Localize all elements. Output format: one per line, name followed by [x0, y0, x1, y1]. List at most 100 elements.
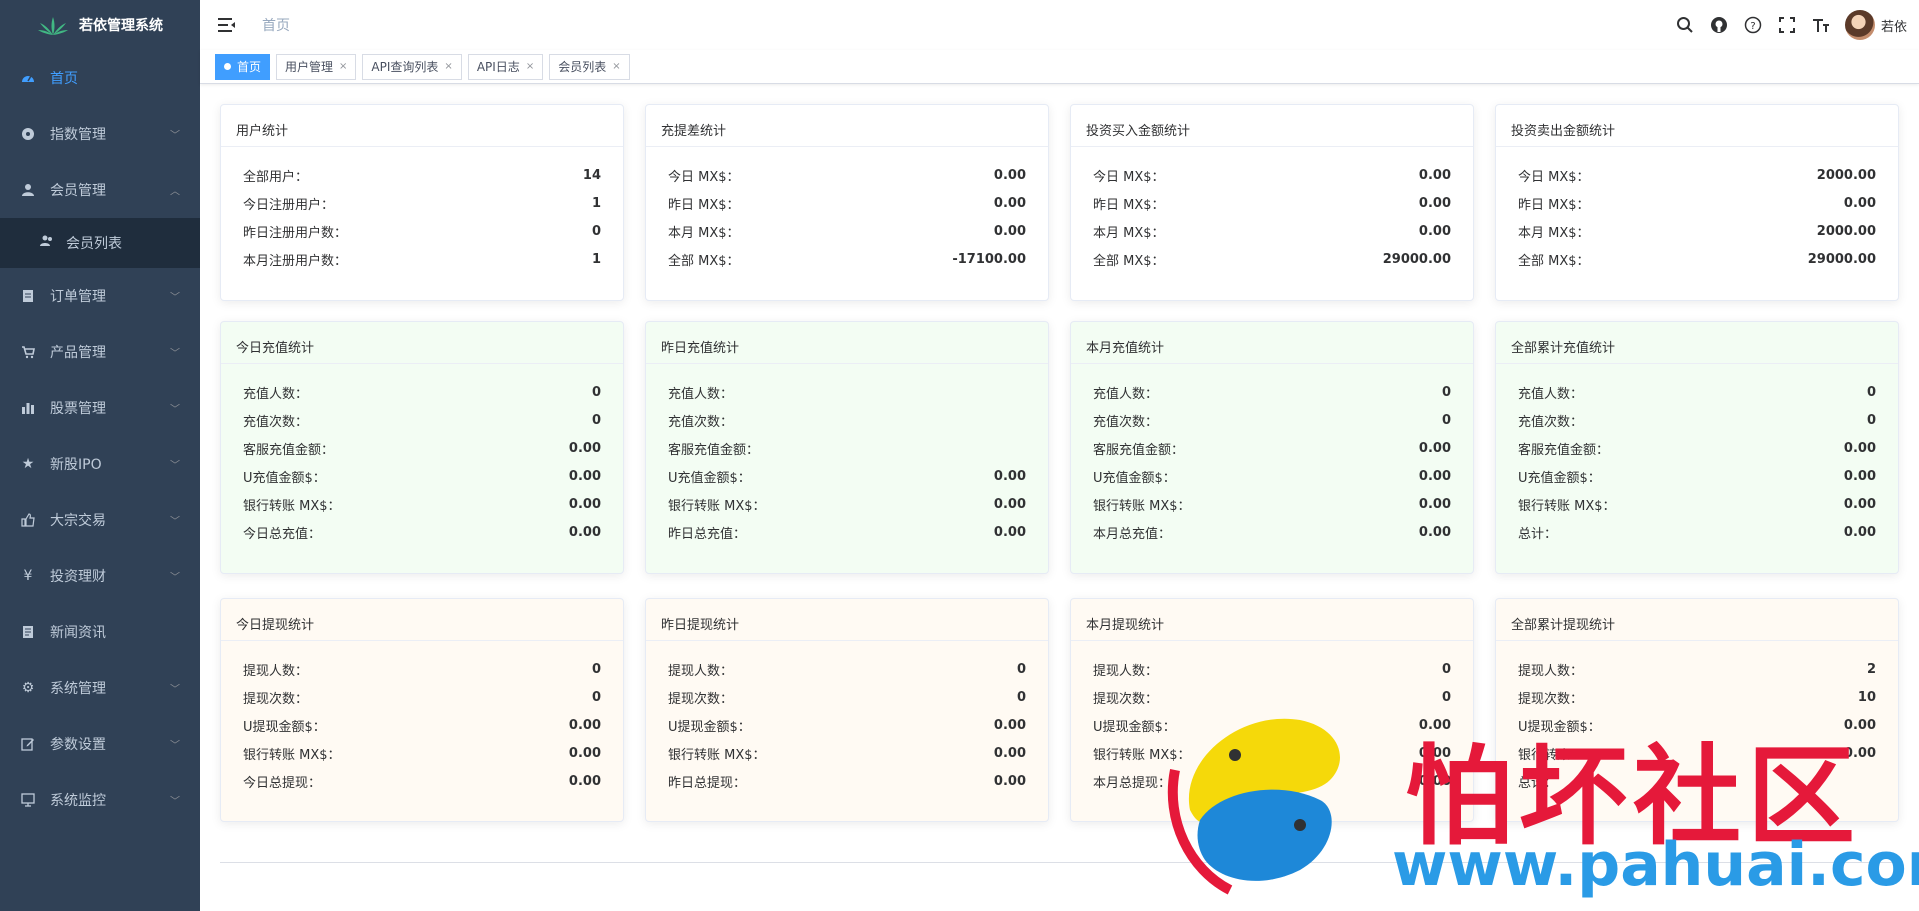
close-icon[interactable]: × [444, 55, 452, 79]
stat-label: 全部用户： [243, 169, 309, 185]
stat-label: 客服充值金额： [1518, 442, 1610, 458]
stat-value: 2000.00 [1816, 167, 1876, 183]
close-icon[interactable]: × [339, 55, 347, 79]
stat-row: 今日 MX$： 2000.00 [1518, 161, 1876, 189]
stat-row: U提现金额$： 0.00 [243, 711, 601, 739]
sidebar-item-orders[interactable]: 订单管理 ﹀ [0, 268, 200, 324]
monitor-icon [20, 792, 36, 808]
stat-row: U提现金额$： 0.00 [668, 711, 1026, 739]
stat-label: U充值金额$： [668, 470, 751, 486]
stat-value: 0.00 [1843, 524, 1876, 540]
card-title: 充提差统计 [646, 105, 1048, 147]
search-icon[interactable] [1675, 15, 1695, 35]
sidebar-item-stocks[interactable]: 股票管理 ﹀ [0, 380, 200, 436]
tag-api-log[interactable]: API日志 × [467, 53, 544, 80]
sidebar-item-label: 股票管理 [50, 401, 106, 417]
stat-label: 提现人数： [1518, 663, 1584, 679]
stat-label: U提现金额$： [1093, 719, 1176, 735]
sidebar-item-label: 指数管理 [50, 127, 106, 143]
stat-value: 0.00 [1843, 195, 1876, 211]
tag-home[interactable]: 首页 [215, 53, 271, 80]
stat-value: 0.00 [1843, 745, 1876, 761]
sidebar-item-home[interactable]: 首页 [0, 50, 200, 106]
stat-value: 0.00 [993, 745, 1026, 761]
card-title: 昨日提现统计 [646, 599, 1048, 641]
stat-row: 充值次数： [668, 406, 1026, 434]
github-icon[interactable] [1709, 15, 1729, 35]
stat-label: 本月总充值： [1093, 526, 1172, 542]
sidebar-item-news[interactable]: 新闻资讯 [0, 604, 200, 660]
sidebar-item-params[interactable]: 参数设置 ﹀ [0, 716, 200, 772]
username[interactable]: 若依 [1881, 16, 1907, 35]
stat-value: 29000.00 [1807, 251, 1876, 267]
tag-label: API查询列表 [371, 59, 439, 74]
close-icon[interactable]: × [612, 55, 620, 79]
stat-label: 本月 MX$： [1518, 225, 1590, 241]
stat-row: 银行转账 MX$： 0.00 [243, 739, 601, 767]
stat-value: 0 [591, 689, 601, 705]
stat-label: U充值金额$： [1518, 470, 1601, 486]
logo[interactable]: 若依管理系统 [0, 0, 200, 50]
card-body: 今日 MX$： 0.00 昨日 MX$： 0.00 本月 MX$： 0.00 全部 MX$：… [646, 147, 1048, 285]
stat-row: U充值金额$： 0.00 [668, 462, 1026, 490]
stat-row: 提现次数： 10 [1518, 683, 1876, 711]
stat-label: 充值次数： [1518, 414, 1584, 430]
stat-value: 0.00 [1418, 745, 1451, 761]
hamburger-icon[interactable] [218, 16, 236, 34]
sidebar-item-block-trade[interactable]: 大宗交易 ﹀ [0, 492, 200, 548]
sidebar-item-products[interactable]: 产品管理 ﹀ [0, 324, 200, 380]
chevron-down-icon: ﹀ [170, 130, 180, 142]
tag-api-query-list[interactable]: API查询列表 × [362, 53, 462, 80]
chevron-up-icon: ︿ [170, 186, 180, 198]
sidebar-subitem-member-list[interactable]: 会员列表 [0, 218, 200, 268]
tag-member-list[interactable]: 会员列表 × [549, 53, 630, 80]
stat-value: 0 [1866, 384, 1876, 400]
stat-value: 2000.00 [1816, 223, 1876, 239]
stat-label: 提现人数： [668, 663, 734, 679]
sidebar-item-members[interactable]: 会员管理 ︿ [0, 162, 200, 218]
fullscreen-icon[interactable] [1777, 15, 1797, 35]
sidebar-item-investment[interactable]: ¥ 投资理财 ﹀ [0, 548, 200, 604]
font-size-icon[interactable] [1811, 15, 1831, 35]
users-icon [40, 234, 54, 252]
breadcrumb[interactable]: 首页 [262, 15, 290, 35]
stat-row: 充值人数： 0 [243, 378, 601, 406]
chevron-down-icon: ﹀ [170, 684, 180, 696]
stat-card: 今日提现统计 提现人数： 0 提现次数： 0 U提现金额$： 0.00 银行转账 MX$： 0.… [220, 598, 624, 822]
main-content: 用户统计 全部用户： 14 今日注册用户： 1 昨日注册用户数： 0 本月注册用户数： 1 充提… [200, 84, 1919, 911]
compass-icon [20, 126, 36, 142]
stat-value: 0.00 [1418, 167, 1451, 183]
stat-label: 银行转账 MX$： [1518, 747, 1616, 763]
stat-row: 全部 MX$： 29000.00 [1093, 245, 1451, 273]
chevron-down-icon: ﹀ [170, 460, 180, 472]
stat-value: 0 [591, 223, 601, 239]
stat-value: 0.00 [568, 440, 601, 456]
sidebar-item-monitor[interactable]: 系统监控 ﹀ [0, 772, 200, 828]
stat-value: 0.00 [1843, 717, 1876, 733]
stat-row: 银行转账 MX$： 0.00 [1518, 739, 1876, 767]
sidebar-item-label: 系统监控 [50, 793, 106, 809]
stat-label: 总计： [1518, 775, 1558, 791]
stat-card: 用户统计 全部用户： 14 今日注册用户： 1 昨日注册用户数： 0 本月注册用户数： 1 [220, 104, 624, 301]
sidebar-item-index[interactable]: 指数管理 ﹀ [0, 106, 200, 162]
stat-row: 充值人数： [668, 378, 1026, 406]
stat-label: U提现金额$： [1518, 719, 1601, 735]
stat-label: 昨日 MX$： [1518, 197, 1590, 213]
card-title: 用户统计 [221, 105, 623, 147]
card-title: 投资买入金额统计 [1071, 105, 1473, 147]
svg-text:?: ? [1750, 21, 1755, 32]
stat-card: 今日充值统计 充值人数： 0 充值次数： 0 客服充值金额： 0.00 U充值金额$： 0.00… [220, 321, 624, 574]
avatar[interactable] [1844, 10, 1875, 40]
stat-label: 充值次数： [668, 414, 734, 430]
stat-row: 充值次数： 0 [1518, 406, 1876, 434]
stat-label: 银行转账 MX$： [668, 498, 766, 514]
stat-label: 充值人数： [668, 386, 734, 402]
sidebar-item-ipo[interactable]: ★ 新股IPO ﹀ [0, 436, 200, 492]
close-icon[interactable]: × [526, 55, 534, 79]
stat-value: 0 [1016, 689, 1026, 705]
help-icon[interactable]: ? [1743, 15, 1763, 35]
stat-row: 总计： [1518, 767, 1876, 795]
sidebar-item-system[interactable]: ⚙ 系统管理 ﹀ [0, 660, 200, 716]
tag-user-management[interactable]: 用户管理 × [276, 53, 357, 80]
stat-row: 昨日总充值： 0.00 [668, 518, 1026, 546]
